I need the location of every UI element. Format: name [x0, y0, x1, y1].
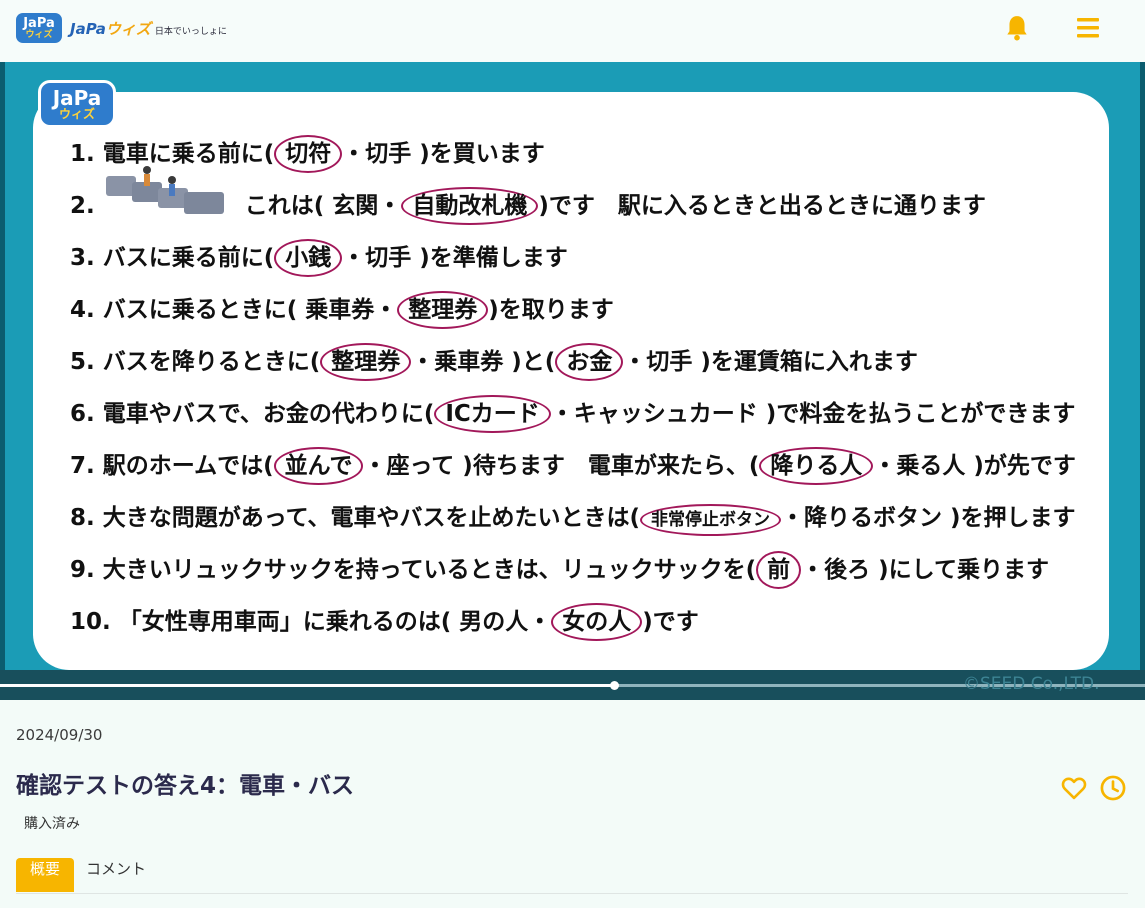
- question-number: 8.: [70, 505, 95, 531]
- question-number: 7.: [70, 453, 95, 479]
- logo-badge: JaPa ウィズ: [16, 13, 62, 43]
- question-number: 5.: [70, 349, 95, 375]
- circled-answer: 小銭: [274, 239, 343, 277]
- question-text: )を取ります: [488, 297, 614, 323]
- video-progress-fill: [0, 684, 615, 687]
- page-title: 確認テストの答え4：電車・バス: [16, 773, 355, 799]
- video-watermark-logo: JaPa ウィズ: [38, 80, 116, 128]
- question-number: 6.: [70, 401, 95, 427]
- question-row-3: 3. バスに乗る前に(小銭 ・切手 )を準備します: [70, 238, 568, 277]
- question-text: ・乗る人 )が先です: [873, 453, 1076, 479]
- question-text: バスを降りるときに(: [102, 349, 321, 375]
- question-text: ・後ろ )にして乗ります: [801, 557, 1049, 583]
- question-number: 10.: [70, 609, 111, 635]
- circled-answer: 自動改札機: [401, 187, 539, 225]
- tab-comments[interactable]: コメント: [86, 858, 146, 892]
- question-text: )です 駅に入るときと出るときに通ります: [538, 193, 986, 219]
- question-number: 9.: [70, 557, 95, 583]
- question-text: バスに乗るときに( 乗車券・: [102, 297, 398, 323]
- logo-badge-top: JaPa: [23, 15, 55, 31]
- video-border-left: [0, 62, 5, 700]
- question-number: 4.: [70, 297, 95, 323]
- circled-answer: 整理券: [320, 343, 412, 381]
- question-text: ・キャッシュカード )で料金を払うことができます: [550, 401, 1076, 427]
- circled-answer: 前: [756, 551, 802, 589]
- question-row-7: 7. 駅のホームでは(並んで ・座って )待ちます 電車が来たら、(降りる人 ・乗る…: [70, 446, 1076, 485]
- publish-date: 2024/09/30: [16, 726, 103, 744]
- clock-icon[interactable]: [1099, 774, 1127, 802]
- question-text: ・降りるボタン )を押します: [780, 505, 1076, 531]
- logo-name: JaPaウィズ 日本でいっしょに: [70, 18, 227, 39]
- circled-answer: ICカード: [434, 395, 551, 433]
- question-row-8: 8. 大きな問題があって、電車やバスを止めたいときは(非常停止ボタン ・降りるボタ…: [70, 498, 1076, 536]
- circled-answer: 降りる人: [759, 447, 874, 485]
- question-text: バスに乗る前に(: [102, 245, 275, 271]
- purchase-status: 購入済み: [24, 816, 80, 832]
- question-number: 2.: [70, 193, 95, 219]
- question-text: 大きいリュックサックを持っているときは、リュックサックを(: [102, 557, 757, 583]
- question-text: )です: [642, 609, 699, 635]
- logo-tagline: 日本でいっしょに: [154, 26, 227, 37]
- logo-badge-bottom: ウィズ: [25, 29, 53, 40]
- logo-name-a: JaPa: [70, 19, 106, 38]
- question-row-4: 4. バスに乗るときに( 乗車券・ 整理券)を取ります: [70, 290, 614, 329]
- video-copyright: ©SEED Co.,LTD.: [963, 674, 1100, 694]
- video-border-right: [1140, 62, 1145, 700]
- question-row-10: 10. 「女性専用車両」に乗れるのは( 男の人・ 女の人)です: [70, 602, 699, 641]
- circled-answer: 切符: [274, 135, 343, 173]
- circled-answer: 女の人: [551, 603, 643, 641]
- watermark-bottom: ウィズ: [58, 106, 95, 121]
- question-text: ・切手 )を運賃箱に入れます: [623, 349, 918, 375]
- question-row-2: 2. これは( 玄関・ 自動改札機)です 駅に入るときと出るときに通ります: [70, 186, 986, 225]
- question-text: 駅のホームでは(: [102, 453, 274, 479]
- question-number: 1.: [70, 141, 95, 167]
- circled-answer: 整理券: [397, 291, 489, 329]
- question-text: ・座って )待ちます 電車が来たら、(: [363, 453, 760, 479]
- circled-answer: 非常停止ボタン: [639, 504, 781, 536]
- question-row-1: 1. 電車に乗る前に(切符 ・切手 )を買います: [70, 134, 545, 173]
- circled-answer: 並んで: [273, 447, 364, 485]
- app-header: JaPa ウィズ JaPaウィズ 日本でいっしょに: [0, 0, 1145, 62]
- question-text: 電車に乗る前に(: [102, 141, 275, 167]
- question-text: 「女性専用車両」に乗れるのは( 男の人・: [118, 609, 552, 635]
- logo-name-b: ウィズ: [105, 19, 151, 38]
- bell-icon[interactable]: [1004, 14, 1030, 42]
- detail-tabs: 概要 コメント: [16, 858, 1128, 894]
- question-text: これは( 玄関・: [244, 193, 402, 219]
- question-text: 電車やバスで、お金の代わりに(: [102, 401, 435, 427]
- question-text: ・乗車券 )と(: [411, 349, 556, 375]
- question-number: 3.: [70, 245, 95, 271]
- watermark-top: JaPa: [52, 85, 102, 110]
- video-player[interactable]: JaPa ウィズ 1. 電車に乗る前に(切符 ・切手 )を買います 2. これは(…: [0, 62, 1145, 700]
- circled-answer: お金: [555, 343, 624, 381]
- hamburger-menu-icon[interactable]: [1075, 16, 1101, 40]
- question-row-9: 9. 大きいリュックサックを持っているときは、リュックサックを(前・後ろ )にし…: [70, 550, 1049, 589]
- question-row-6: 6. 電車やバスで、お金の代わりに(ICカード ・キャッシュカード )で料金を払う…: [70, 394, 1076, 433]
- question-text: 大きな問題があって、電車やバスを止めたいときは(: [102, 505, 640, 531]
- question-text: ・切手 )を準備します: [342, 245, 568, 271]
- tab-overview[interactable]: 概要: [16, 858, 74, 892]
- heart-icon[interactable]: [1060, 774, 1088, 802]
- question-row-5: 5. バスを降りるときに(整理券 ・乗車券 )と(お金 ・切手 )を運賃箱に入れます: [70, 342, 918, 381]
- question-text: ・切手 )を買います: [342, 141, 545, 167]
- site-logo[interactable]: JaPa ウィズ JaPaウィズ 日本でいっしょに: [16, 13, 227, 43]
